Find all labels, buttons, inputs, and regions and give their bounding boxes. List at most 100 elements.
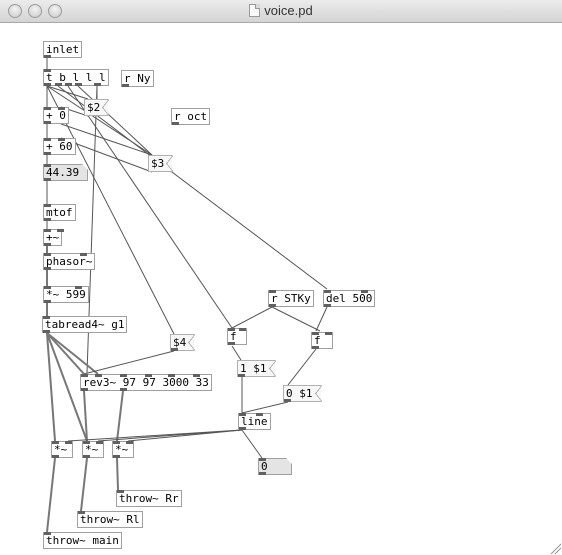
- port-inlet[interactable]: [96, 441, 103, 444]
- port-outlet[interactable]: [44, 300, 51, 303]
- window-title-group: voice.pd: [0, 3, 562, 18]
- port-inlet[interactable]: [43, 316, 50, 319]
- port-outlet[interactable]: [44, 152, 51, 155]
- port-inlet[interactable]: [239, 328, 246, 331]
- cord: [116, 390, 124, 442]
- port-outlet[interactable]: [44, 243, 51, 246]
- port-inlet[interactable]: [259, 458, 266, 461]
- cord: [315, 306, 328, 332]
- port-inlet[interactable]: [361, 290, 368, 293]
- cord: [77, 85, 153, 156]
- port-inlet[interactable]: [44, 532, 51, 535]
- port-inlet[interactable]: [52, 441, 59, 444]
- port-outlet[interactable]: [172, 122, 179, 125]
- port-inlet[interactable]: [324, 290, 331, 293]
- cord: [231, 345, 242, 361]
- port-inlet[interactable]: [81, 374, 88, 377]
- port-inlet[interactable]: [44, 286, 51, 289]
- port-outlet[interactable]: [43, 330, 50, 333]
- cord: [83, 350, 175, 375]
- port-outlet[interactable]: [44, 267, 51, 270]
- port-inlet[interactable]: [228, 328, 235, 331]
- port-inlet[interactable]: [256, 413, 263, 416]
- port-outlet[interactable]: [44, 121, 51, 124]
- message-box-s2[interactable]: $2: [84, 99, 110, 116]
- port-inlet[interactable]: [57, 229, 64, 232]
- port-inlet[interactable]: [65, 441, 72, 444]
- port-outlet[interactable]: [259, 472, 266, 475]
- port-outlet[interactable]: [65, 83, 72, 86]
- port-inlet[interactable]: [113, 441, 120, 444]
- throw-rl-label: throw~ Rl: [80, 513, 140, 526]
- port-outlet[interactable]: [52, 455, 59, 458]
- port-inlet[interactable]: [44, 164, 51, 167]
- port-inlet[interactable]: [75, 286, 82, 289]
- port-outlet[interactable]: [324, 304, 331, 307]
- port-outlet[interactable]: [55, 83, 62, 86]
- port-outlet[interactable]: [44, 178, 51, 181]
- port-inlet[interactable]: [239, 413, 246, 416]
- message-s3-label: $3: [151, 157, 165, 170]
- window-title: voice.pd: [264, 3, 313, 18]
- cord: [116, 457, 119, 491]
- port-inlet[interactable]: [58, 138, 65, 141]
- resize-grip-icon[interactable]: [549, 542, 561, 554]
- cord: [271, 306, 321, 332]
- throw-main-label: throw~ main: [46, 534, 119, 547]
- port-outlet[interactable]: [113, 455, 120, 458]
- port-outlet[interactable]: [228, 342, 235, 345]
- port-outlet[interactable]: [44, 218, 51, 221]
- port-outlet[interactable]: [171, 348, 178, 351]
- cord: [46, 457, 56, 533]
- delay-500-label: del 500: [326, 292, 373, 305]
- port-inlet[interactable]: [269, 290, 276, 293]
- port-inlet[interactable]: [44, 253, 51, 256]
- port-inlet[interactable]: [312, 332, 319, 335]
- cord: [127, 429, 243, 442]
- port-inlet[interactable]: [95, 374, 102, 377]
- port-inlet[interactable]: [126, 441, 133, 444]
- port-inlet[interactable]: [44, 69, 51, 72]
- throw-rr-label: throw~ Rr: [119, 492, 179, 505]
- port-outlet[interactable]: [83, 455, 90, 458]
- port-inlet[interactable]: [44, 138, 51, 141]
- port-inlet[interactable]: [44, 204, 51, 207]
- port-outlet[interactable]: [81, 388, 88, 391]
- port-inlet[interactable]: [168, 374, 175, 377]
- port-outlet[interactable]: [94, 83, 101, 86]
- port-outlet[interactable]: [312, 346, 319, 349]
- pd-patch-window: voice.pd inlet t b l l l r Ny $2 r oct +…: [0, 0, 562, 555]
- title-bar[interactable]: voice.pd: [0, 0, 562, 23]
- cord: [46, 332, 85, 375]
- port-outlet[interactable]: [239, 427, 246, 430]
- throw-rl-object[interactable]: throw~ Rl: [77, 511, 143, 528]
- port-inlet[interactable]: [44, 107, 51, 110]
- port-inlet[interactable]: [80, 253, 87, 256]
- cord: [80, 457, 88, 512]
- port-outlet[interactable]: [269, 304, 276, 307]
- patch-canvas[interactable]: inlet t b l l l r Ny $2 r oct + 0 + 60 $…: [0, 24, 562, 555]
- message-box-s3[interactable]: $3: [148, 155, 174, 172]
- port-outlet[interactable]: [75, 83, 82, 86]
- throw-main-object[interactable]: throw~ main: [43, 532, 122, 549]
- rev3-label: rev3~ 97 97 3000 33: [83, 376, 209, 389]
- port-outlet[interactable]: [44, 55, 51, 58]
- port-inlet[interactable]: [83, 441, 90, 444]
- port-inlet[interactable]: [117, 490, 124, 493]
- port-outlet[interactable]: [122, 84, 129, 87]
- port-inlet[interactable]: [325, 332, 332, 335]
- port-outlet[interactable]: [120, 388, 127, 391]
- tabread4-label: tabread4~ g1: [45, 318, 125, 331]
- throw-rr-object[interactable]: throw~ Rr: [116, 490, 182, 507]
- port-inlet[interactable]: [193, 374, 200, 377]
- port-outlet[interactable]: [284, 399, 291, 402]
- port-outlet[interactable]: [44, 83, 51, 86]
- tabread4-object[interactable]: tabread4~ g1: [42, 316, 128, 333]
- port-inlet[interactable]: [120, 374, 127, 377]
- phasor-label: phasor~: [46, 255, 93, 268]
- port-outlet[interactable]: [238, 374, 245, 377]
- port-inlet[interactable]: [145, 374, 152, 377]
- port-inlet[interactable]: [78, 511, 85, 514]
- port-inlet[interactable]: [44, 229, 51, 232]
- port-inlet[interactable]: [58, 107, 65, 110]
